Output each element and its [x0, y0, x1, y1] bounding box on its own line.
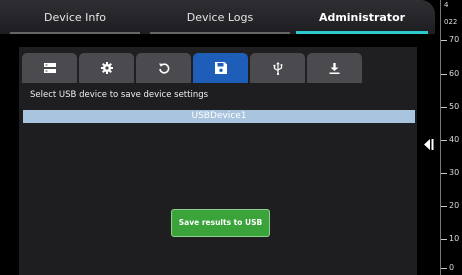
- usb-icon: [273, 61, 282, 75]
- tab-device-info[interactable]: Device Info: [10, 0, 140, 34]
- gauge-tick-label: 40: [449, 135, 460, 144]
- gauge-tick: [441, 107, 447, 108]
- gauge-tick-label: 0: [449, 263, 455, 272]
- gauge-top-value: 022: [444, 18, 458, 26]
- tool-tab-usb[interactable]: [250, 53, 305, 83]
- gauge-tick-label: 10: [449, 234, 460, 243]
- tool-tab-restore[interactable]: [136, 53, 191, 83]
- tool-tab-settings[interactable]: [79, 53, 134, 83]
- tool-tab-server[interactable]: [22, 53, 77, 83]
- gauge-tick: [441, 173, 447, 174]
- gauge-tick: [441, 40, 447, 41]
- tab-underline: [150, 32, 290, 34]
- save-results-button[interactable]: Save results to USB: [171, 209, 270, 237]
- gauge-tick-label: 50: [449, 102, 460, 111]
- server-icon: [43, 63, 56, 73]
- save-icon: [214, 62, 227, 74]
- tab-device-info-label: Device Info: [44, 11, 106, 24]
- gauge-tick-label: 60: [449, 69, 460, 78]
- gauge-tick: [441, 239, 447, 240]
- download-icon: [329, 62, 340, 74]
- collapse-arrow-icon[interactable]: [424, 139, 434, 150]
- gauge-tick: [441, 268, 447, 269]
- gauge-tick-label: 20: [449, 201, 460, 210]
- tab-underline: [10, 32, 140, 34]
- top-tab-bar: Device Info Device Logs Administrator: [0, 0, 435, 34]
- gauge-tick-label: 70: [449, 35, 460, 44]
- undo-icon: [158, 63, 169, 74]
- gauge-tick-label: 30: [449, 168, 460, 177]
- gauge-top-label: 4: [444, 1, 449, 9]
- usb-device-row[interactable]: USBDevice1: [23, 110, 415, 123]
- tab-device-logs[interactable]: Device Logs: [150, 0, 290, 34]
- tab-underline-active: [296, 31, 428, 34]
- gauge-tick: [441, 206, 447, 207]
- device-window: Device Info Device Logs Administrator Se…: [0, 0, 435, 275]
- usb-prompt-text: Select USB device to save device setting…: [30, 90, 209, 100]
- tab-administrator[interactable]: Administrator: [296, 0, 428, 34]
- gear-icon: [100, 62, 113, 74]
- tab-device-logs-label: Device Logs: [186, 11, 254, 24]
- tool-tab-download[interactable]: [307, 53, 362, 83]
- gauge-tick: [441, 140, 447, 141]
- tab-administrator-label: Administrator: [318, 11, 406, 24]
- tool-tab-save[interactable]: [193, 53, 248, 83]
- gauge-tick: [441, 74, 447, 75]
